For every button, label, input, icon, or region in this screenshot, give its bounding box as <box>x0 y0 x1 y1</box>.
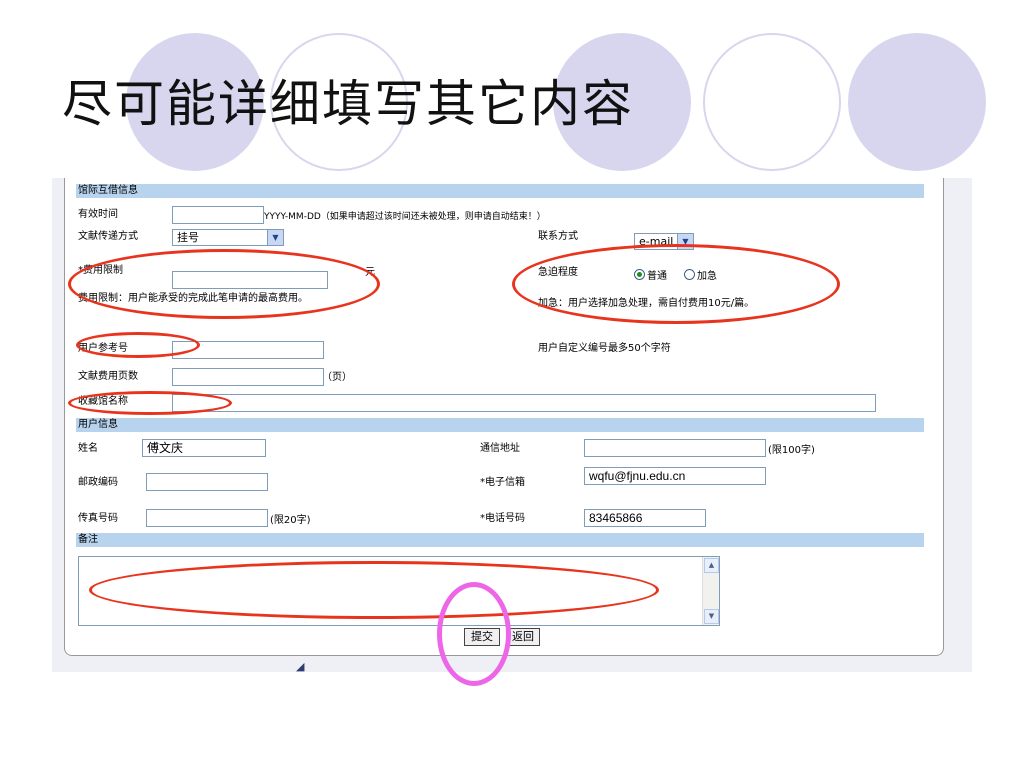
arrow-up-icon[interactable]: ▲ <box>704 558 719 573</box>
slide-title: 尽可能详细填写其它内容 <box>62 75 634 133</box>
delivery-label: 文献传递方式 <box>78 231 138 242</box>
valid-time-label: 有效时间 <box>78 209 118 220</box>
highlight-fee-limit <box>68 249 380 319</box>
decor-circle-4 <box>703 33 841 171</box>
library-input[interactable] <box>172 394 876 412</box>
fax-label: 传真号码 <box>78 513 118 524</box>
decor-circle-5 <box>848 33 986 171</box>
email-label: *电子信箱 <box>480 477 525 488</box>
fax-input[interactable] <box>146 509 268 527</box>
valid-time-input[interactable] <box>172 206 264 224</box>
name-label: 姓名 <box>78 443 98 454</box>
delivery-select[interactable]: 挂号 ▼ <box>172 229 284 246</box>
back-button[interactable]: 返回 <box>506 628 540 646</box>
address-limit: (限100字) <box>768 445 815 456</box>
contact-label: 联系方式 <box>538 231 578 242</box>
highlight-library <box>68 391 232 415</box>
section-ill-header: 馆际互借信息 <box>76 184 924 198</box>
highlight-user-ref <box>76 332 200 358</box>
pages-unit: （页） <box>322 372 352 383</box>
fax-limit: (限20字) <box>270 515 311 526</box>
valid-time-hint: YYYY-MM-DD（如果申请超过该时间还未被处理，则申请自动结束！） <box>264 212 546 222</box>
phone-input[interactable]: 83465866 <box>584 509 706 527</box>
user-ref-note: 用户自定义编号最多50个字符 <box>538 343 671 354</box>
pages-label: 文献费用页数 <box>78 371 138 382</box>
highlight-remark <box>89 561 659 619</box>
name-input[interactable]: 傅文庆 <box>142 439 266 457</box>
highlight-submit <box>437 582 511 686</box>
phone-label: *电话号码 <box>480 513 525 524</box>
cropped-icon-fragment: ◢ <box>296 660 305 672</box>
postcode-label: 邮政编码 <box>78 477 118 488</box>
delivery-selected: 挂号 <box>177 231 199 244</box>
highlight-urgency <box>512 244 840 324</box>
section-remark-header: 备注 <box>76 533 924 547</box>
section-user-header: 用户信息 <box>76 418 924 432</box>
postcode-input[interactable] <box>146 473 268 491</box>
remark-scrollbar[interactable]: ▲ ▼ <box>702 557 719 625</box>
chevron-down-icon: ▼ <box>267 230 283 245</box>
arrow-down-icon[interactable]: ▼ <box>704 609 719 624</box>
email-input[interactable]: wqfu@fjnu.edu.cn <box>584 467 766 485</box>
address-label: 通信地址 <box>480 443 520 454</box>
pages-input[interactable] <box>172 368 324 386</box>
address-input[interactable] <box>584 439 766 457</box>
